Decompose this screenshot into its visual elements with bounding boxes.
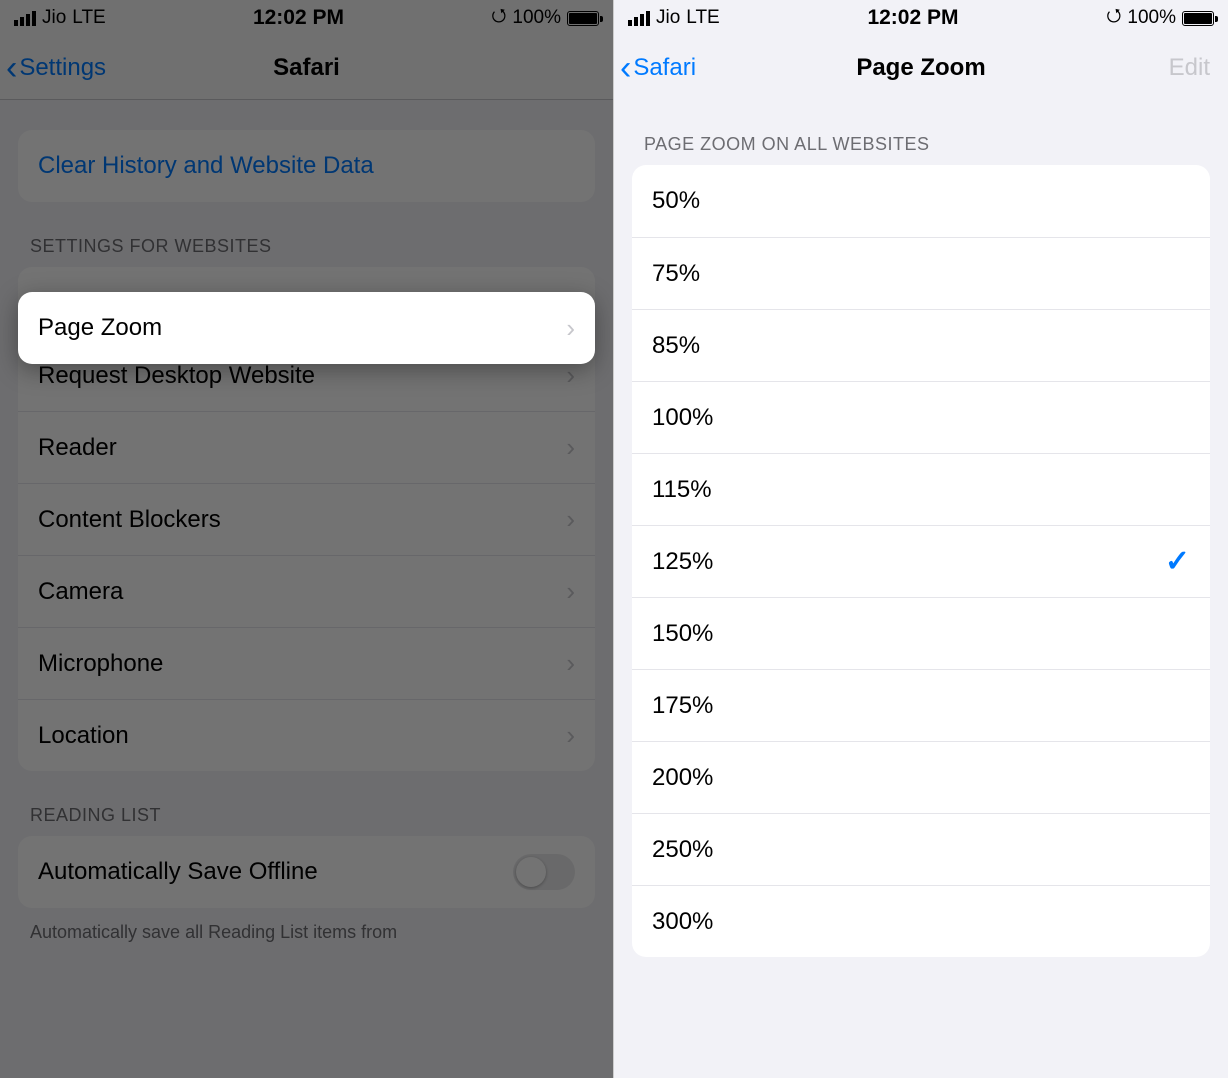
section-header-zoom: PAGE ZOOM ON ALL WEBSITES (614, 100, 1228, 165)
zoom-option[interactable]: 85% (632, 309, 1210, 381)
zoom-option-label: 200% (652, 764, 713, 792)
zoom-option[interactable]: 150% (632, 597, 1210, 669)
back-label: Settings (19, 54, 106, 82)
row-label: Microphone (38, 650, 163, 678)
clear-history-group: Clear History and Website Data (18, 130, 595, 202)
footer-note: Automatically save all Reading List item… (0, 908, 613, 945)
rotation-lock-icon: ⭯ (1106, 3, 1121, 33)
zoom-option-label: 75% (652, 260, 700, 288)
row-microphone[interactable]: Microphone › (18, 627, 595, 699)
row-label: Page Zoom (38, 314, 162, 342)
section-header-reading-list: READING LIST (0, 771, 613, 836)
status-bar: Jio LTE 12:02 PM ⭯ 100% (0, 0, 613, 36)
clear-history-label: Clear History and Website Data (38, 152, 374, 180)
clock: 12:02 PM (867, 6, 958, 30)
chevron-right-icon: › (566, 720, 575, 751)
zoom-options-group: 50% 75% 85% 100% 115% 125% ✓ 150% 175% 200% 250% 30… (632, 165, 1210, 957)
page-title: Safari (273, 54, 340, 82)
row-label: Camera (38, 578, 123, 606)
zoom-option[interactable]: 125% ✓ (632, 525, 1210, 597)
zoom-option-label: 115% (652, 476, 712, 504)
chevron-left-icon: ‹ (6, 51, 17, 85)
row-label: Request Desktop Website (38, 362, 315, 390)
zoom-option[interactable]: 115% (632, 453, 1210, 525)
section-header-websites: SETTINGS FOR WEBSITES (0, 202, 613, 267)
checkmark-icon: ✓ (1165, 544, 1190, 579)
battery-percent: 100% (1127, 7, 1176, 29)
row-label: Automatically Save Offline (38, 858, 318, 886)
clear-history-button[interactable]: Clear History and Website Data (18, 130, 595, 202)
left-screenshot: Jio LTE 12:02 PM ⭯ 100% ‹ Settings Safar… (0, 0, 614, 1078)
chevron-right-icon: › (566, 576, 575, 607)
status-bar: Jio LTE 12:02 PM ⭯ 100% (614, 0, 1228, 36)
toggle-off-icon[interactable] (513, 854, 575, 890)
back-label: Safari (633, 54, 696, 82)
chevron-right-icon: › (566, 313, 575, 344)
network-label: LTE (686, 7, 719, 29)
zoom-option[interactable]: 200% (632, 741, 1210, 813)
back-button[interactable]: ‹ Safari (620, 36, 696, 100)
chevron-right-icon: › (566, 432, 575, 463)
row-content-blockers[interactable]: Content Blockers › (18, 483, 595, 555)
zoom-option[interactable]: 100% (632, 381, 1210, 453)
zoom-option-label: 125% (652, 548, 713, 576)
edit-label: Edit (1169, 54, 1210, 82)
row-camera[interactable]: Camera › (18, 555, 595, 627)
zoom-option[interactable]: 175% (632, 669, 1210, 741)
zoom-option[interactable]: 250% (632, 813, 1210, 885)
chevron-left-icon: ‹ (620, 51, 631, 85)
right-screenshot: Jio LTE 12:02 PM ⭯ 100% ‹ Safari Page Zo… (614, 0, 1228, 1078)
zoom-option-label: 150% (652, 620, 713, 648)
zoom-option-label: 85% (652, 332, 700, 360)
highlight-page-zoom: Page Zoom › (18, 292, 595, 364)
clock: 12:02 PM (253, 6, 344, 30)
nav-bar: ‹ Safari Page Zoom Edit (614, 36, 1228, 100)
zoom-option-label: 50% (652, 187, 700, 215)
row-label: Content Blockers (38, 506, 221, 534)
carrier-label: Jio (42, 7, 66, 29)
page-title: Page Zoom (856, 54, 985, 82)
battery-percent: 100% (512, 7, 561, 29)
carrier-label: Jio (656, 7, 680, 29)
zoom-option[interactable]: 75% (632, 237, 1210, 309)
rotation-lock-icon: ⭯ (491, 3, 506, 33)
battery-icon (1182, 11, 1214, 26)
nav-bar: ‹ Settings Safari (0, 36, 613, 100)
zoom-option-label: 175% (652, 692, 713, 720)
row-location[interactable]: Location › (18, 699, 595, 771)
back-button[interactable]: ‹ Settings (6, 36, 106, 99)
battery-icon (567, 11, 599, 26)
signal-icon (628, 11, 650, 26)
zoom-option[interactable]: 50% (632, 165, 1210, 237)
chevron-right-icon: › (566, 504, 575, 535)
zoom-option-label: 250% (652, 836, 713, 864)
chevron-right-icon: › (566, 648, 575, 679)
row-page-zoom-highlighted[interactable]: Page Zoom › (18, 292, 595, 364)
reading-list-group: Automatically Save Offline (18, 836, 595, 908)
zoom-option-label: 100% (652, 404, 713, 432)
row-label: Location (38, 722, 129, 750)
edit-button[interactable]: Edit (1169, 36, 1210, 100)
signal-icon (14, 11, 36, 26)
network-label: LTE (72, 7, 105, 29)
chevron-right-icon: › (566, 360, 575, 391)
row-label: Reader (38, 434, 117, 462)
zoom-option[interactable]: 300% (632, 885, 1210, 957)
row-reader[interactable]: Reader › (18, 411, 595, 483)
row-auto-save-offline[interactable]: Automatically Save Offline (18, 836, 595, 908)
zoom-option-label: 300% (652, 908, 713, 936)
